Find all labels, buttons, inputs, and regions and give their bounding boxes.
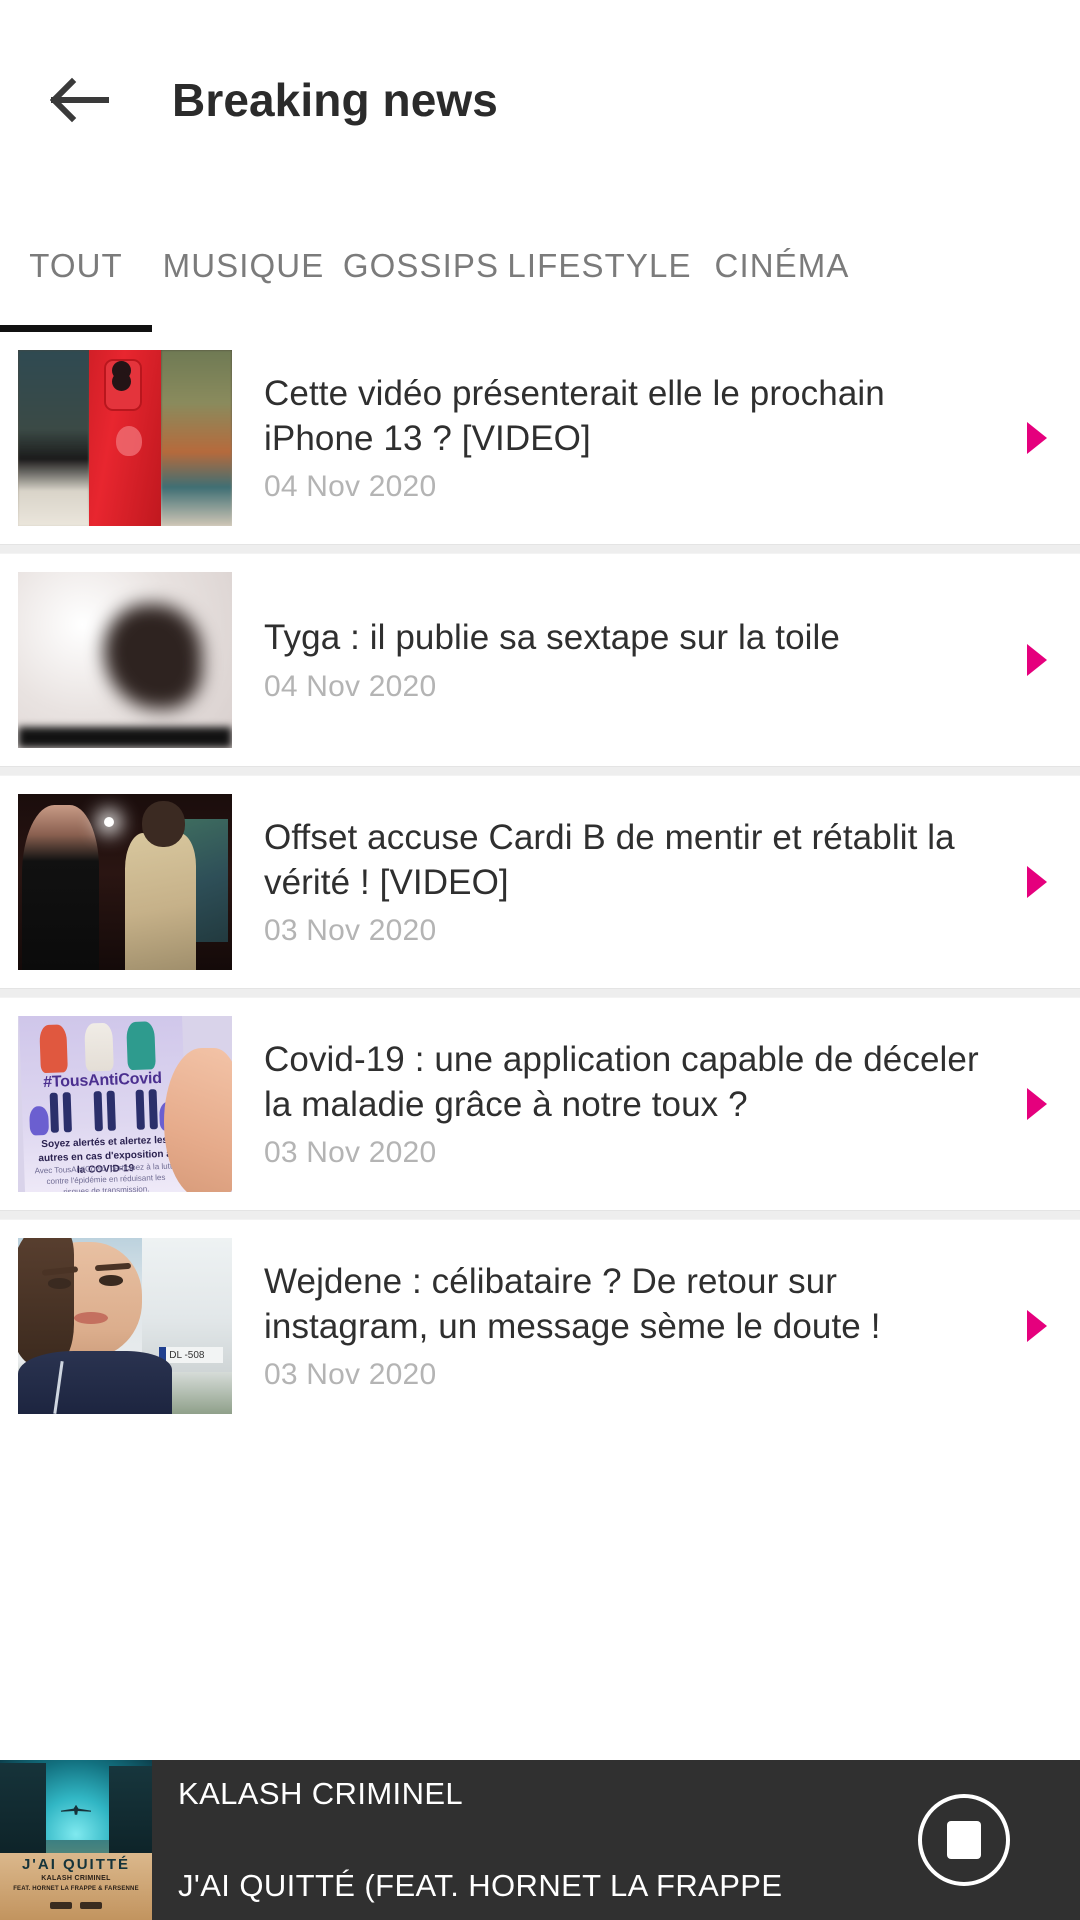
- covid-hashtag-text: #TousAntiCovid: [43, 1070, 163, 1092]
- news-list-item[interactable]: Tyga : il publie sa sextape sur la toile…: [0, 554, 1080, 766]
- player-artist-name: KALASH CRIMINEL: [178, 1776, 464, 1811]
- news-item-date: 04 Nov 2020: [264, 669, 437, 703]
- news-list: Cette vidéo présenterait elle le prochai…: [0, 332, 1080, 1432]
- news-item-title: Offset accuse Cardi B de mentir et rétab…: [264, 818, 955, 902]
- chevron-right-icon[interactable]: [1024, 421, 1050, 455]
- thumbnail-tyga: [18, 572, 232, 748]
- list-divider: [0, 1210, 1080, 1220]
- label-logos: [0, 1901, 152, 1909]
- thumbnail-iphone-13: [18, 350, 232, 526]
- list-divider: [0, 766, 1080, 776]
- app-bar: Breaking news: [0, 0, 1080, 200]
- thumbnail-covid-app: #TousAntiCovid Soyez alertés et alertez …: [18, 1016, 232, 1192]
- news-item-text: Tyga : il publie sa sextape sur la toile…: [264, 616, 1080, 703]
- back-button[interactable]: [42, 62, 118, 138]
- news-item-text: Wejdene : célibataire ? De retour sur in…: [264, 1260, 1080, 1392]
- covid-caption-secondary: Avec TousAntiCovid, participez à la lutt…: [34, 1161, 177, 1192]
- news-item-title: Wejdene : célibataire ? De retour sur in…: [264, 1262, 881, 1346]
- tab-musique[interactable]: MUSIQUE: [152, 200, 335, 332]
- chevron-right-icon[interactable]: [1024, 643, 1050, 677]
- list-divider: [0, 544, 1080, 554]
- news-item-date: 04 Nov 2020: [264, 469, 437, 503]
- tab-lifestyle[interactable]: LIFESTYLE: [507, 200, 692, 332]
- active-tab-indicator: [0, 325, 152, 332]
- tab-cinema[interactable]: CINÉMA: [692, 200, 872, 332]
- news-item-title: Cette vidéo présenterait elle le prochai…: [264, 374, 885, 458]
- license-plate-text: DL -508: [159, 1347, 224, 1363]
- album-artwork: J'AI QUITTÉ KALASH CRIMINEL FEAT. HORNET…: [0, 1760, 152, 1920]
- news-item-date: 03 Nov 2020: [264, 1357, 437, 1391]
- category-tab-bar: TOUT MUSIQUE GOSSIPS LIFESTYLE CINÉMA: [0, 200, 1080, 332]
- stop-button-icon: [947, 1821, 981, 1859]
- news-item-text: Offset accuse Cardi B de mentir et rétab…: [264, 816, 1080, 948]
- album-artist-text: KALASH CRIMINEL: [41, 1875, 111, 1883]
- news-list-item[interactable]: DL -508 Wejdene : célibataire ? De retou…: [0, 1220, 1080, 1432]
- list-divider: [0, 988, 1080, 998]
- chevron-right-icon[interactable]: [1024, 865, 1050, 899]
- album-title-text: J'AI QUITTÉ: [21, 1856, 131, 1873]
- page-title: Breaking news: [172, 74, 498, 126]
- tab-tout[interactable]: TOUT: [0, 200, 152, 332]
- news-list-item[interactable]: #TousAntiCovid Soyez alertés et alertez …: [0, 998, 1080, 1210]
- news-list-item[interactable]: Cette vidéo présenterait elle le prochai…: [0, 332, 1080, 544]
- tab-gossips[interactable]: GOSSIPS: [335, 200, 507, 332]
- news-item-title: Tyga : il publie sa sextape sur la toile: [264, 618, 840, 658]
- news-item-title: Covid-19 : une application capable de dé…: [264, 1040, 979, 1124]
- news-list-item[interactable]: Offset accuse Cardi B de mentir et rétab…: [0, 776, 1080, 988]
- news-item-text: Cette vidéo présenterait elle le prochai…: [264, 372, 1080, 504]
- player-track-info: KALASH CRIMINEL J'AI QUITTÉ (FEAT. HORNE…: [178, 1760, 918, 1920]
- mini-player-bar[interactable]: J'AI QUITTÉ KALASH CRIMINEL FEAT. HORNET…: [0, 1760, 1080, 1920]
- news-item-text: Covid-19 : une application capable de dé…: [264, 1038, 1080, 1170]
- thumbnail-offset-cardi-b: [18, 794, 232, 970]
- news-item-date: 03 Nov 2020: [264, 1135, 437, 1169]
- player-track-title: J'AI QUITTÉ (FEAT. HORNET LA FRAPPE: [178, 1868, 783, 1903]
- chevron-right-icon[interactable]: [1024, 1309, 1050, 1343]
- arrow-left-icon: [50, 77, 110, 123]
- news-item-date: 03 Nov 2020: [264, 913, 437, 947]
- album-feature-text: FEAT. HORNET LA FRAPPE & FARSENNE: [13, 1886, 139, 1893]
- thumbnail-wejdene: DL -508: [18, 1238, 232, 1414]
- chevron-right-icon[interactable]: [1024, 1087, 1050, 1121]
- stop-button[interactable]: [918, 1794, 1010, 1886]
